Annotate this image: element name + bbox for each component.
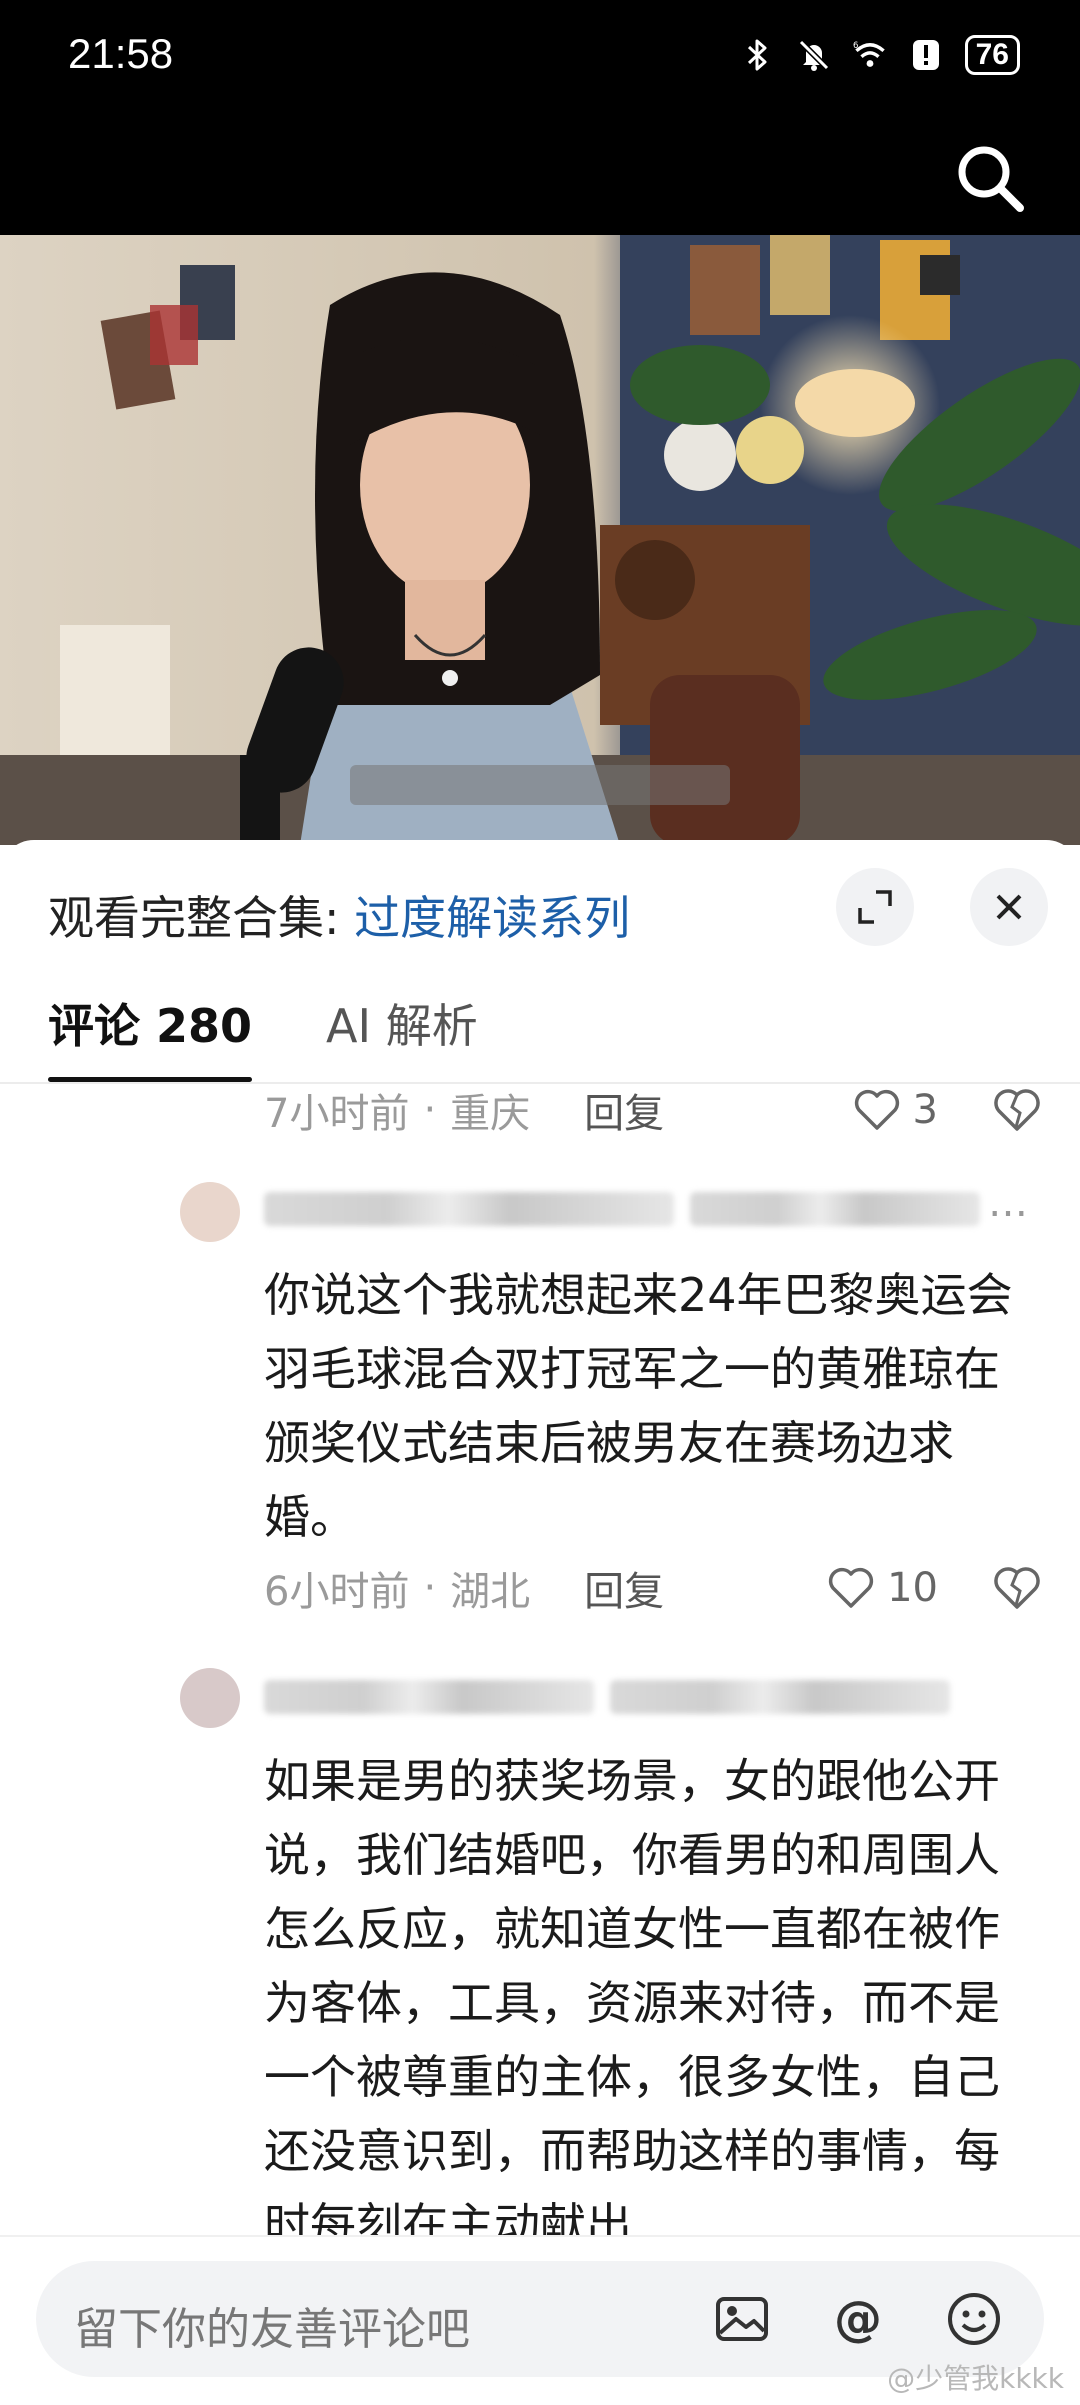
- alert-icon: [909, 38, 943, 72]
- comment-input-placeholder: 留下你的友善评论吧: [74, 2304, 470, 2355]
- comments-sheet: 观看完整合集: 过度解读系列 评论 280 AI 解析 7小时前 · 重庆 回复…: [0, 840, 1080, 2405]
- battery-icon: 76: [964, 35, 1020, 75]
- video-frame: [0, 235, 1080, 845]
- search-icon[interactable]: [950, 138, 1030, 218]
- status-icons: 6 76: [741, 30, 1020, 80]
- username-blurred[interactable]: [264, 1192, 674, 1226]
- mute-icon: [797, 38, 831, 72]
- dislike-button[interactable]: [990, 1083, 1044, 1137]
- bluetooth-icon: [741, 38, 775, 72]
- collection-title: 观看完整合集: 过度解读系列: [48, 882, 630, 948]
- expand-icon: [858, 890, 892, 924]
- dislike-button[interactable]: [990, 1561, 1044, 1615]
- tab-comments-label: 评论 280: [48, 999, 253, 1053]
- broken-heart-icon: [994, 1567, 1040, 1609]
- comment-text[interactable]: 如果是男的获奖场景，女的跟他公开说，我们结婚吧，你看男的和周围人怎么反应，就知道…: [264, 1744, 1044, 2262]
- username-blurred[interactable]: [264, 1680, 594, 1714]
- tab-ai-analysis[interactable]: AI 解析: [326, 990, 478, 1070]
- close-icon: [996, 894, 1022, 920]
- expand-button[interactable]: [836, 868, 914, 946]
- like-button[interactable]: 10: [827, 1558, 938, 1618]
- battery-level: 76: [975, 38, 1009, 71]
- watermark: @少管我kkkk: [887, 2362, 1064, 2395]
- svg-text:6: 6: [853, 41, 858, 51]
- tab-comments[interactable]: 评论 280: [48, 990, 253, 1082]
- svg-text:@: @: [834, 2291, 882, 2347]
- status-time: 21:58: [68, 30, 174, 77]
- like-count: 10: [887, 1565, 938, 1611]
- comment-text[interactable]: 你说这个我就想起来24年巴黎奥运会羽毛球混合双打冠军之一的黄雅琼在颁奖仪式结束后…: [264, 1258, 1044, 1554]
- emoji-icon[interactable]: [944, 2289, 1004, 2349]
- username-blurred-extra: [690, 1192, 980, 1226]
- comment-input-bar: 留下你的友善评论吧 @ @少管我kkkk: [0, 2235, 1080, 2405]
- like-count: 3: [912, 1087, 938, 1133]
- wifi-6-icon: 6: [853, 38, 887, 72]
- like-button[interactable]: 3: [853, 1080, 938, 1140]
- heart-icon: [854, 1089, 899, 1130]
- at-icon[interactable]: @: [828, 2289, 888, 2349]
- reply-button[interactable]: 回复: [584, 1559, 664, 1617]
- image-icon[interactable]: [712, 2289, 772, 2349]
- comment-time: 7小时前: [264, 1091, 410, 1137]
- video-player[interactable]: [0, 235, 1080, 845]
- comment-location: 湖北: [450, 1569, 531, 1615]
- avatar[interactable]: [180, 1182, 240, 1242]
- heart-icon: [828, 1567, 874, 1608]
- close-button[interactable]: [970, 868, 1048, 946]
- comment-time: 6小时前: [264, 1569, 410, 1615]
- avatar[interactable]: [180, 1668, 240, 1728]
- meta-separator: ·: [423, 1565, 437, 1611]
- username-blurred-extra: [610, 1680, 950, 1714]
- collection-title-prefix: 观看完整合集:: [48, 891, 355, 945]
- username-ellipsis: …: [988, 1180, 1028, 1226]
- comment-location: 重庆: [450, 1091, 531, 1137]
- collection-link[interactable]: 过度解读系列: [354, 891, 630, 945]
- broken-heart-icon: [994, 1089, 1040, 1131]
- reply-button[interactable]: 回复: [584, 1081, 664, 1139]
- comment-meta: 6小时前 · 湖北 回复: [264, 1558, 664, 1618]
- comment-meta: 7小时前 · 重庆 回复: [264, 1080, 664, 1140]
- tab-bar: 评论 280 AI 解析: [48, 990, 478, 1082]
- status-bar: 21:58 6 76: [0, 0, 1080, 235]
- tab-ai-analysis-label: AI 解析: [326, 999, 478, 1053]
- meta-separator: ·: [423, 1087, 437, 1133]
